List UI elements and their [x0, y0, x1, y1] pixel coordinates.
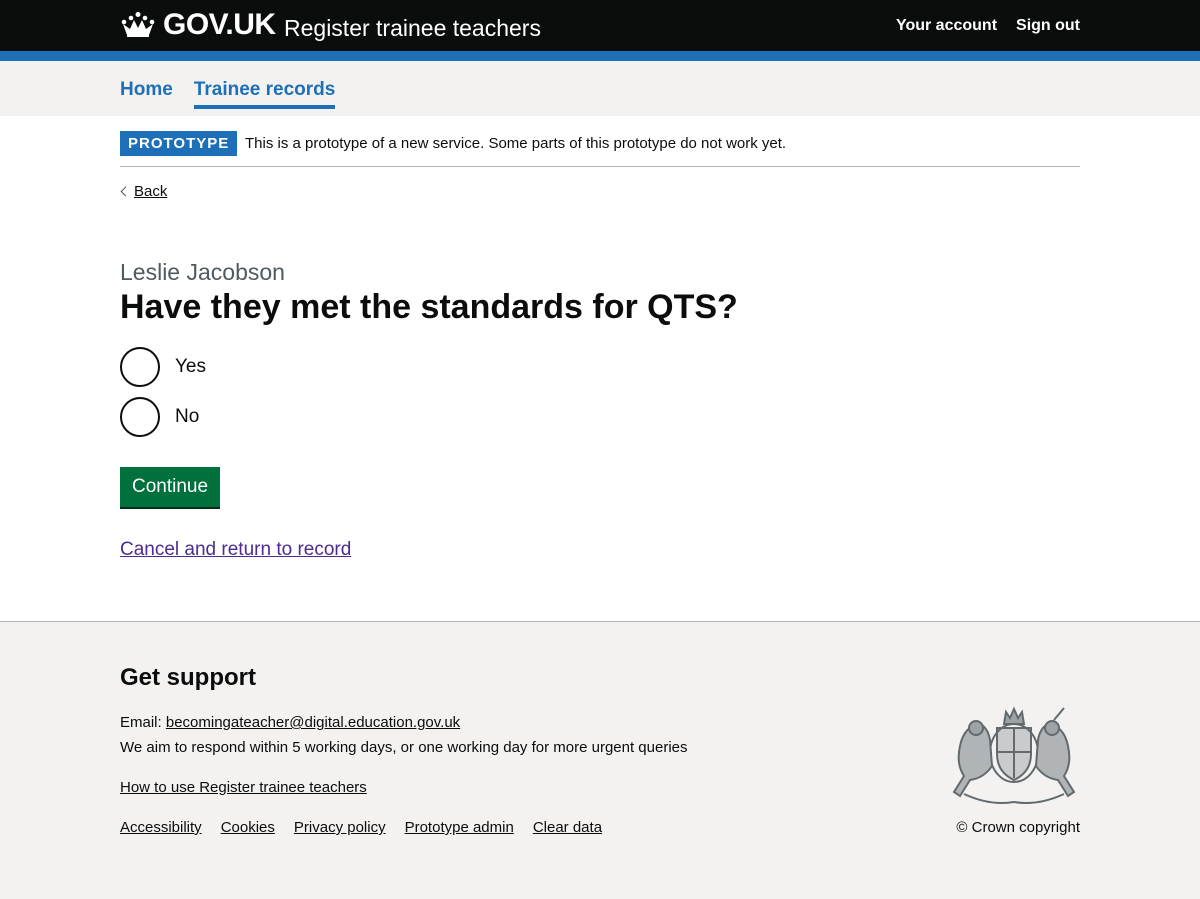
trainee-name-caption: Leslie Jacobson	[120, 259, 285, 285]
account-navigation: Your account Sign out	[896, 15, 1080, 37]
phase-banner-text: This is a prototype of a new service. So…	[245, 135, 787, 152]
phase-banner: PROTOTYPE This is a prototype of a new s…	[120, 131, 1080, 167]
nav-item-trainee-records[interactable]: Trainee records	[193, 78, 336, 109]
radio-yes-label[interactable]: Yes	[175, 356, 206, 378]
radio-yes-input[interactable]	[120, 347, 160, 387]
radio-no-input[interactable]	[120, 397, 160, 437]
support-sla-text: We aim to respond within 5 working days,…	[120, 739, 688, 756]
site-header: GOV.UK Register trainee teachers Your ac…	[0, 0, 1200, 51]
site-footer: Get support Email: becomingateacher@digi…	[0, 621, 1200, 899]
footer-link-prototype-admin[interactable]: Prototype admin	[405, 818, 514, 838]
your-account-link[interactable]: Your account	[896, 15, 997, 37]
how-to-use-link[interactable]: How to use Register trainee teachers	[120, 778, 367, 798]
footer-link-clear-data[interactable]: Clear data	[533, 818, 602, 838]
footer-links: Accessibility Cookies Privacy policy Pro…	[120, 818, 602, 838]
footer-link-cookies[interactable]: Cookies	[221, 818, 275, 838]
sign-out-link[interactable]: Sign out	[1016, 15, 1080, 37]
chevron-left-icon	[120, 186, 131, 197]
govuk-logo-text[interactable]: GOV.UK	[163, 8, 276, 42]
royal-crest-icon	[952, 706, 1076, 804]
radio-option-yes[interactable]: Yes	[120, 347, 420, 387]
header-container: GOV.UK Register trainee teachers Your ac…	[120, 0, 1080, 51]
header-blue-bar	[0, 51, 1200, 61]
support-email-line: Email: becomingateacher@digital.educatio…	[120, 713, 460, 733]
back-link-container: Back	[120, 182, 167, 202]
phase-tag: PROTOTYPE	[120, 131, 238, 156]
page-title: Have they met the standards for QTS?	[120, 288, 738, 326]
nav-item-home[interactable]: Home	[120, 78, 173, 109]
support-email-link[interactable]: becomingateacher@digital.education.gov.u…	[166, 714, 460, 731]
crown-copyright[interactable]: © Crown copyright	[956, 818, 1080, 838]
service-name[interactable]: Register trainee teachers	[284, 13, 541, 43]
back-link[interactable]: Back	[134, 183, 167, 200]
radio-no-label[interactable]: No	[175, 406, 199, 428]
footer-link-privacy-policy[interactable]: Privacy policy	[294, 818, 386, 838]
radio-option-no[interactable]: No	[120, 397, 420, 437]
crown-icon[interactable]	[120, 11, 156, 37]
primary-navigation: Home Trainee records	[0, 61, 1200, 116]
email-prefix: Email:	[120, 714, 162, 731]
footer-link-accessibility[interactable]: Accessibility	[120, 818, 202, 838]
footer-heading: Get support	[120, 664, 256, 691]
primary-nav-items: Home Trainee records	[120, 78, 336, 109]
cancel-link[interactable]: Cancel and return to record	[120, 538, 351, 562]
continue-button[interactable]: Continue	[120, 467, 221, 507]
